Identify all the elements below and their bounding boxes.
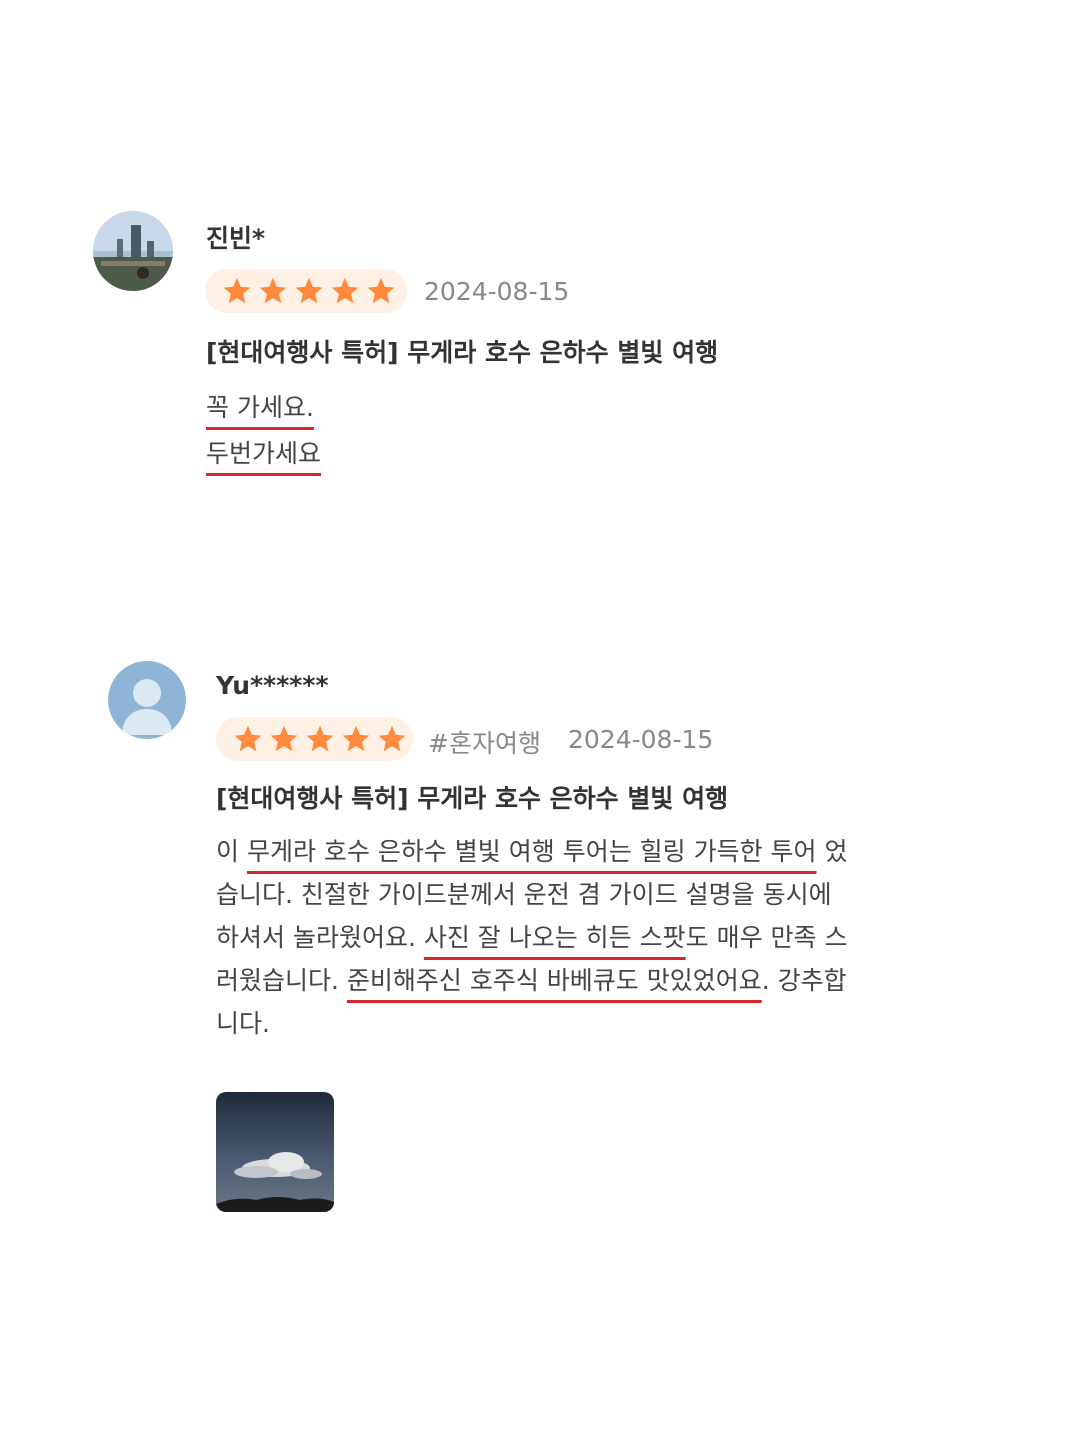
user-name: Yu****** (216, 671, 329, 700)
review-line: 이 무게라 호수 은하수 별빛 여행 투어는 힐링 가득한 투어 었 (216, 837, 848, 866)
star-icon (223, 277, 251, 304)
review-date: 2024-08-15 (568, 725, 714, 754)
star-icon (270, 725, 298, 752)
user-name: 진빈* (206, 224, 266, 253)
star-icon (306, 725, 334, 752)
user-avatar[interactable] (93, 211, 173, 291)
product-title[interactable]: [현대여행사 특허] 무게라 호수 은하수 별빛 여행 (216, 779, 728, 815)
star-icon (331, 277, 359, 304)
star-icon (378, 725, 406, 752)
review-line: 꼭 가세요. (206, 393, 314, 422)
review-line: 러웠습니다. 준비해주신 호주식 바베큐도 맛있었어요. 강추합 (216, 966, 847, 995)
star-icon (342, 725, 370, 752)
review-tag[interactable]: #혼자여행 (428, 724, 541, 760)
star-icon (234, 725, 262, 752)
review-line: 습니다. 친절한 가이드분께서 운전 겸 가이드 설명을 동시에 (216, 880, 832, 909)
review-line: 하셔서 놀라웠어요. 사진 잘 나오는 히든 스팟도 매우 만족 스 (216, 923, 848, 952)
star-icon (295, 277, 323, 304)
rating-stars (216, 717, 413, 761)
user-avatar[interactable] (108, 661, 186, 739)
star-icon (259, 277, 287, 304)
review-text: 이 무게라 호수 은하수 별빛 여행 투어는 힐링 가득한 투어 었 습니다. … (216, 830, 847, 1045)
rating-stars (205, 269, 407, 313)
review-line: 니다. (216, 1009, 270, 1038)
review-date: 2024-08-15 (424, 277, 570, 306)
product-title[interactable]: [현대여행사 특허] 무게라 호수 은하수 별빛 여행 (206, 333, 718, 369)
star-icon (367, 277, 395, 304)
review-photo[interactable] (216, 1092, 334, 1212)
review-text: 꼭 가세요. 두번가세요 (206, 385, 321, 477)
review-line: 두번가세요 (206, 439, 322, 468)
